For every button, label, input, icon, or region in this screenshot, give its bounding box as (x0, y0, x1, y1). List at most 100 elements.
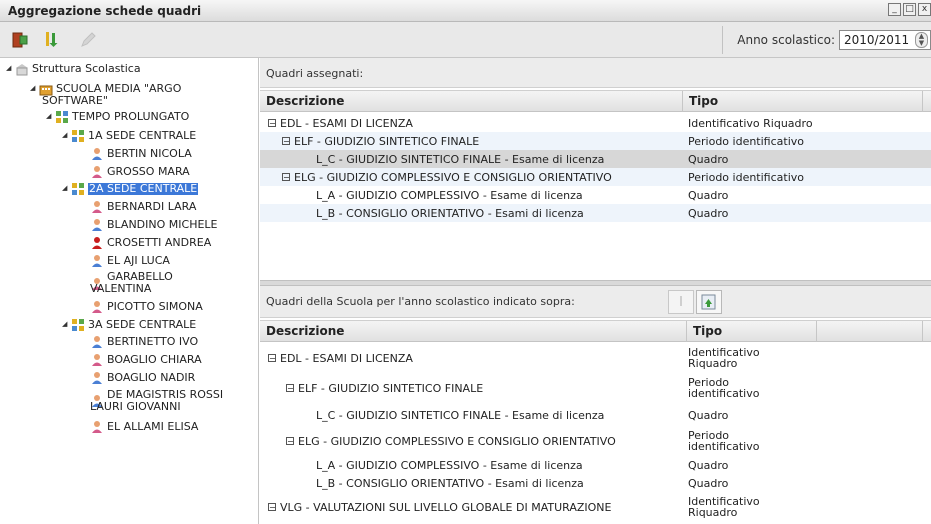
table-row-selected[interactable]: L_C - GIUDIZIO SINTETICO FINALE - Esame … (260, 150, 931, 168)
anno-scolastico-input[interactable]: 2010/2011 ▲ ▼ (839, 30, 931, 50)
class-icon (72, 319, 84, 331)
row-tipo: Identificativo Riquadro (688, 116, 813, 130)
collapse-icon[interactable]: − (282, 137, 290, 146)
student-icon (92, 354, 102, 366)
add-quadro-button[interactable] (696, 290, 722, 314)
tree-student[interactable]: EL AJI LUCA (90, 254, 170, 268)
table-row[interactable]: L_B - CONSIGLIO ORIENTATIVO - Esami di l… (260, 474, 931, 492)
spinner-icon[interactable]: ▲ ▼ (915, 32, 928, 48)
table-row[interactable]: − ELF - GIUDIZIO SINTETICO FINALE Periodo… (260, 132, 931, 150)
tree-class-2a[interactable]: ◢ 2A SEDE CENTRALE (62, 182, 199, 196)
tree-root[interactable]: ◢ Struttura Scolastica (6, 62, 141, 76)
row-descrizione: ELF - GIUDIZIO SINTETICO FINALE (294, 134, 480, 148)
row-descrizione: L_A - GIUDIZIO COMPLESSIVO - Esame di li… (316, 188, 583, 202)
tree-student[interactable]: BERNARDI LARA (90, 200, 196, 214)
window-titlebar: Aggregazione schede quadri _ □ x (0, 0, 931, 22)
student-name: BERTINETTO IVO (107, 335, 199, 348)
sort-icon[interactable] (42, 30, 62, 50)
collapse-icon[interactable]: − (286, 437, 294, 446)
row-tipo: Quadro (688, 152, 729, 166)
assigned-pane: Quadri assegnati: Descrizione Tipo − EDL … (260, 58, 931, 280)
tree-school-label-2: SOFTWARE" (42, 94, 108, 107)
tree-student[interactable]: BOAGLIO NADIR (90, 371, 195, 385)
table-row[interactable]: − ELG - GIUDIZIO COMPLESSIVO E CONSIGLIO … (260, 168, 931, 186)
tree-student[interactable]: BERTIN NICOLA (90, 147, 192, 161)
table-row[interactable]: − ELG - GIUDIZIO COMPLESSIVO E CONSIGLIO … (260, 426, 931, 456)
tree-student[interactable]: BLANDINO MICHELE (90, 218, 218, 232)
minimize-icon[interactable]: _ (888, 3, 901, 16)
tree-student[interactable]: GROSSO MARA (90, 165, 190, 179)
row-descrizione: L_B - CONSIGLIO ORIENTATIVO - Esami di l… (316, 206, 584, 220)
tree-school[interactable]: ◢ SCUOLA MEDIA "ARGO SOFTWARE" (30, 82, 181, 107)
tree-student[interactable]: PICOTTO SIMONA (90, 300, 203, 314)
collapse-icon[interactable]: − (282, 173, 290, 182)
collapse-triangle-icon[interactable]: ◢ (62, 131, 70, 141)
collapse-triangle-icon[interactable]: ◢ (62, 184, 70, 194)
collapse-triangle-icon[interactable]: ◢ (46, 112, 54, 122)
column-header-tipo[interactable]: Tipo (683, 91, 923, 112)
tree-student[interactable]: DE MAGISTRIS ROSSI LAURI GIOVANNI (90, 388, 223, 413)
table-row[interactable]: L_B - CONSIGLIO ORIENTATIVO - Esami di l… (260, 204, 931, 222)
row-descrizione: EDL - ESAMI DI LICENZA (280, 116, 413, 130)
table-row[interactable]: − EDL - ESAMI DI LICENZA Identificativo Ri… (260, 344, 931, 372)
tree-class-3a[interactable]: ◢ 3A SEDE CENTRALE (62, 318, 196, 332)
student-icon (92, 219, 102, 231)
school-title: Quadri della Scuola per l'anno scolastic… (266, 295, 575, 308)
collapse-icon[interactable]: − (268, 119, 276, 128)
exit-icon[interactable] (10, 30, 30, 50)
maximize-icon[interactable]: □ (903, 3, 916, 16)
school-building-icon (16, 64, 28, 76)
column-header-descrizione[interactable]: Descrizione (260, 321, 687, 342)
student-icon (92, 148, 102, 160)
student-name: GROSSO MARA (107, 165, 190, 178)
tree-class-3a-label: 3A SEDE CENTRALE (88, 318, 197, 331)
table-row[interactable]: − ELF - GIUDIZIO SINTETICO FINALE Periodo… (260, 372, 931, 404)
student-icon (92, 255, 102, 267)
tree-student[interactable]: CROSETTI ANDREA (90, 236, 211, 250)
student-icon (92, 372, 102, 384)
column-header-extra (817, 321, 923, 342)
student-name: BERTIN NICOLA (107, 147, 192, 160)
table-row[interactable]: L_A - GIUDIZIO COMPLESSIVO - Esame di li… (260, 186, 931, 204)
collapse-icon[interactable]: − (286, 384, 294, 393)
tree-tempo-prolungato[interactable]: ◢ TEMPO PROLUNGATO (46, 110, 189, 124)
student-icon (92, 166, 102, 178)
column-header-tipo[interactable]: Tipo (687, 321, 817, 342)
student-name: BOAGLIO NADIR (107, 371, 196, 384)
table-row[interactable]: − VLG - VALUTAZIONI SUL LIVELLO GLOBALE D… (260, 492, 931, 522)
tree-class-1a-label: 1A SEDE CENTRALE (88, 129, 197, 142)
collapse-icon[interactable]: − (268, 503, 276, 512)
class-icon (72, 130, 84, 142)
remove-quadro-button (668, 290, 694, 314)
collapse-triangle-icon[interactable]: ◢ (6, 64, 14, 74)
row-tipo-2: Riquadro (688, 357, 738, 370)
row-descrizione: L_C - GIUDIZIO SINTETICO FINALE - Esame … (316, 152, 605, 166)
row-tipo: Periodo identificativo (688, 134, 804, 148)
table-row[interactable]: − EDL - ESAMI DI LICENZA Identificativo R… (260, 114, 931, 132)
student-icon (92, 336, 102, 348)
tree-tempo-label: TEMPO PROLUNGATO (72, 110, 190, 123)
collapse-triangle-icon[interactable]: ◢ (30, 84, 38, 94)
tree-class-1a[interactable]: ◢ 1A SEDE CENTRALE (62, 129, 196, 143)
tree-root-label: Struttura Scolastica (32, 62, 141, 75)
student-name-2: LAURI GIOVANNI (90, 400, 181, 413)
collapse-icon[interactable]: − (268, 354, 276, 363)
collapse-triangle-icon[interactable]: ◢ (62, 320, 70, 330)
tree-student[interactable]: BERTINETTO IVO (90, 335, 198, 349)
tree-student[interactable]: BOAGLIO CHIARA (90, 353, 202, 367)
close-icon[interactable]: x (918, 3, 931, 16)
tree-student[interactable]: GARABELLO VALENTINA (90, 270, 173, 295)
toolbar: Anno scolastico: 2010/2011 ▲ ▼ (0, 22, 931, 58)
table-row[interactable]: L_C - GIUDIZIO SINTETICO FINALE - Esame … (260, 404, 931, 426)
student-name: BOAGLIO CHIARA (107, 353, 202, 366)
column-header-descrizione[interactable]: Descrizione (260, 91, 683, 112)
student-icon (92, 201, 102, 213)
row-descrizione: EDL - ESAMI DI LICENZA (280, 351, 413, 365)
student-name: BLANDINO MICHELE (107, 218, 218, 231)
table-row[interactable]: L_A - GIUDIZIO COMPLESSIVO - Esame di li… (260, 456, 931, 474)
row-descrizione: VLG - VALUTAZIONI SUL LIVELLO GLOBALE DI… (280, 500, 612, 514)
row-descrizione: ELG - GIUDIZIO COMPLESSIVO E CONSIGLIO O… (294, 170, 612, 184)
tree-student[interactable]: EL ALLAMI ELISA (90, 420, 198, 434)
assigned-grid-header: Descrizione Tipo (260, 90, 931, 112)
student-icon (92, 421, 102, 433)
